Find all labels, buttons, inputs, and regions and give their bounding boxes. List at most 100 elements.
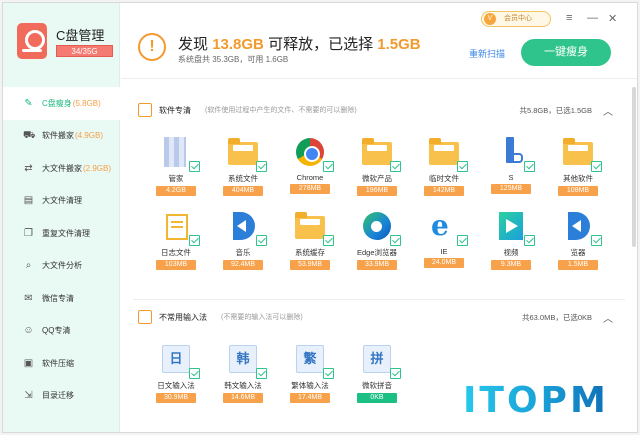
scrollbar[interactable] bbox=[632, 87, 636, 247]
sidebar-item[interactable]: ⇄ 大文件搬家 (2.9GB) bbox=[3, 152, 120, 185]
checkbox[interactable] bbox=[256, 161, 267, 172]
checkbox[interactable] bbox=[390, 368, 401, 379]
ime-item[interactable]: 韩韩文输入法 14.6MB bbox=[214, 339, 272, 403]
ime-item[interactable]: 繁繁体输入法 17.4MB bbox=[281, 339, 339, 403]
software-item[interactable]: 览器 1.5MB bbox=[549, 206, 607, 270]
sidebar-item[interactable]: ⌕ 大文件分析 bbox=[3, 250, 120, 283]
section-summary: 共5.8GB，已选1.5GB bbox=[519, 105, 592, 115]
software-section: 软件专清 (软件使用过程中产生的文件、不需要的可以删除) 共5.8GB，已选1.… bbox=[138, 96, 620, 270]
section-title: 不常用输入法 bbox=[159, 312, 207, 322]
releasable-size: 13.8GB bbox=[212, 36, 264, 53]
item-label: Chrome bbox=[296, 173, 324, 182]
main-panel: V 会员中心 ≡ — ✕ ! 发现 13.8GB 可释放，已选择 1.5GB 系… bbox=[121, 3, 637, 432]
title-prefix: 发现 bbox=[178, 36, 209, 53]
ime-icon: 日 bbox=[158, 341, 200, 379]
truck-icon: ⛟ bbox=[23, 130, 36, 142]
sidebar-item[interactable]: ▤ 大文件清理 bbox=[3, 185, 120, 218]
tv-icon bbox=[493, 208, 535, 246]
sidebar-item[interactable]: ✎ C盘瘦身 (5.8GB) bbox=[3, 87, 120, 120]
one-click-slim-button[interactable]: 一键瘦身 bbox=[521, 39, 611, 66]
item-size-badge: 108MB bbox=[558, 186, 598, 196]
sidebar-item[interactable]: ⛟ 软件搬家 (4.9GB) bbox=[3, 120, 120, 153]
qq-icon: ☺ bbox=[23, 325, 34, 337]
checkbox[interactable] bbox=[524, 161, 535, 172]
software-item[interactable]: Edge浏览器 33.9MB bbox=[348, 206, 406, 270]
chrome-icon bbox=[292, 134, 334, 172]
software-item[interactable]: 视频 9.3MB bbox=[482, 206, 540, 270]
checkbox[interactable] bbox=[524, 235, 535, 246]
stick-icon bbox=[493, 134, 535, 172]
sidebar-item[interactable]: ☺ QQ专清 bbox=[3, 315, 120, 348]
sidebar-item[interactable]: ▣ 软件压缩 bbox=[3, 347, 120, 380]
disk-logo-icon bbox=[17, 23, 47, 59]
checkbox[interactable] bbox=[591, 235, 602, 246]
item-size-badge: 30.9MB bbox=[156, 393, 196, 403]
collapse-toggle[interactable]: ︿ bbox=[603, 103, 613, 118]
rescan-link[interactable]: 重新扫描 bbox=[469, 47, 505, 60]
checkbox[interactable] bbox=[591, 161, 602, 172]
checkbox[interactable] bbox=[323, 161, 334, 172]
summary-title: 发现 13.8GB 可释放，已选择 1.5GB bbox=[178, 33, 421, 54]
sidebar-item-label: 微信专清 bbox=[42, 293, 74, 303]
ime-item[interactable]: 拼微软拼音 0KB bbox=[348, 339, 406, 403]
checkbox[interactable] bbox=[189, 235, 200, 246]
checkbox[interactable] bbox=[323, 235, 334, 246]
software-item[interactable]: 日志文件 103MB bbox=[147, 206, 205, 270]
item-size-badge: 9.3MB bbox=[491, 260, 531, 270]
collapse-toggle[interactable]: ︿ bbox=[603, 310, 613, 325]
checkbox[interactable] bbox=[457, 161, 468, 172]
folder-glyph bbox=[362, 138, 392, 165]
section-desc: (不需要的输入法可以删除) bbox=[221, 314, 303, 321]
software-item[interactable]: e IE 24.0MB bbox=[415, 206, 473, 270]
sidebar-item-label: QQ专清 bbox=[42, 326, 71, 336]
item-size-badge: 24.0MB bbox=[424, 258, 464, 268]
sidebar-item-label: 软件搬家 bbox=[42, 131, 74, 141]
software-item[interactable]: S 125MB bbox=[482, 132, 540, 196]
apps-grid-icon bbox=[138, 103, 152, 117]
ime-section-header: 不常用输入法 (不需要的输入法可以删除) 共63.0MB，已选0KB ︿ bbox=[138, 303, 620, 331]
file-clean-icon: ▤ bbox=[23, 195, 34, 207]
warning-icon: ! bbox=[138, 33, 166, 61]
checkbox[interactable] bbox=[323, 368, 334, 379]
software-item[interactable]: 其他软件 108MB bbox=[549, 132, 607, 196]
item-label: 日文输入法 bbox=[157, 381, 195, 390]
checkbox[interactable] bbox=[457, 235, 468, 246]
edge-icon bbox=[359, 208, 401, 246]
blue-app-icon bbox=[225, 208, 267, 246]
summary-header: ! 发现 13.8GB 可释放，已选择 1.5GB 系统盘共 35.3GB，可用… bbox=[121, 3, 637, 79]
folder-icon bbox=[359, 134, 401, 172]
software-item[interactable]: 微软产品 196MB bbox=[348, 132, 406, 196]
folder-icon bbox=[426, 134, 468, 172]
checkbox[interactable] bbox=[256, 368, 267, 379]
software-item[interactable]: 管家 4.2GB bbox=[147, 132, 205, 196]
ime-item[interactable]: 日日文输入法 30.9MB bbox=[147, 339, 205, 403]
sidebar-item-label: 大文件清理 bbox=[42, 196, 82, 206]
software-item[interactable]: 系统文件 404MB bbox=[214, 132, 272, 196]
sidebar-item[interactable]: ❐ 重复文件清理 bbox=[3, 217, 120, 250]
ime-icon: 繁 bbox=[292, 341, 334, 379]
sidebar-item[interactable]: ⇲ 目录迁移 bbox=[3, 380, 120, 413]
item-label: IE bbox=[440, 247, 448, 256]
software-item[interactable]: 临时文件 142MB bbox=[415, 132, 473, 196]
broom-icon: ✎ bbox=[24, 97, 33, 109]
checkbox[interactable] bbox=[390, 235, 401, 246]
stick-glyph bbox=[506, 137, 523, 163]
item-size-badge: 14.6MB bbox=[223, 393, 263, 403]
duplicate-icon: ❐ bbox=[24, 227, 33, 239]
sidebar-nav: ✎ C盘瘦身 (5.8GB) ⛟ 软件搬家 (4.9GB) ⇄ 大文件搬家 (2.9GB) ▤ 大文… bbox=[3, 87, 120, 412]
checkbox[interactable] bbox=[189, 368, 200, 379]
sidebar-item[interactable]: ✉ 微信专清 bbox=[3, 282, 120, 315]
checkbox[interactable] bbox=[390, 161, 401, 172]
sidebar-item-label: 软件压缩 bbox=[42, 358, 74, 368]
sidebar: C盘管理 34/35G ✎ C盘瘦身 (5.8GB) ⛟ 软件搬家 (4.9GB) ⇄ 大文件… bbox=[3, 3, 120, 432]
item-label: 视频 bbox=[503, 248, 519, 257]
item-label: Edge浏览器 bbox=[356, 248, 398, 257]
blue-app-glyph bbox=[568, 212, 590, 240]
checkbox[interactable] bbox=[189, 161, 200, 172]
checkbox[interactable] bbox=[256, 235, 267, 246]
item-label: 系统缓存 bbox=[295, 248, 325, 257]
watermark: ITOPM bbox=[452, 370, 637, 432]
software-item[interactable]: 音乐 92.4MB bbox=[214, 206, 272, 270]
software-item[interactable]: Chrome 278MB bbox=[281, 132, 339, 196]
software-item[interactable]: 系统缓存 53.9MB bbox=[281, 206, 339, 270]
